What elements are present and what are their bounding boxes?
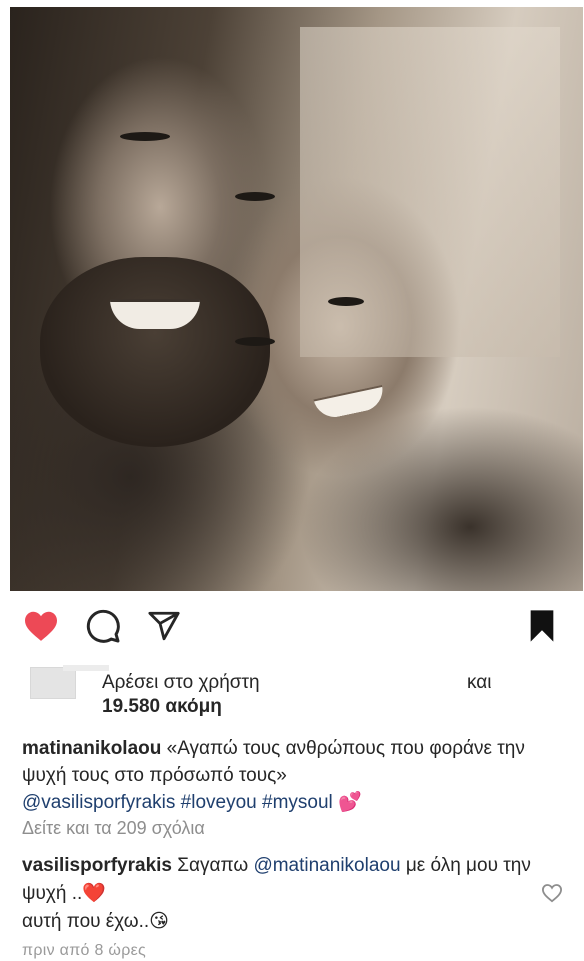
post-action-bar — [0, 607, 584, 647]
likes-count[interactable]: 19.580 ακόμη — [102, 695, 222, 719]
photo-smile — [313, 384, 387, 422]
caption-mention[interactable]: @vasilisporfyrakis — [22, 792, 175, 813]
caption-hashtag[interactable]: #mysoul — [262, 792, 333, 813]
kiss-emoji: 😘 — [149, 911, 169, 932]
like-button[interactable] — [22, 607, 60, 645]
caption-username[interactable]: matinanikolaou — [22, 738, 161, 759]
likes-and: και — [467, 672, 492, 693]
photo-background-window — [300, 27, 560, 357]
photo-eye — [328, 297, 364, 306]
comment-bubble-icon — [86, 609, 120, 643]
post-photo[interactable] — [10, 7, 583, 591]
heart-filled-icon — [25, 611, 57, 641]
comment-text: Σαγαπω — [177, 855, 249, 876]
heart-outline-icon — [541, 884, 563, 903]
paper-plane-icon — [148, 611, 180, 641]
caption-hashtag[interactable]: #loveyou — [181, 792, 257, 813]
comment-item: vasilisporfyrakis Σαγαπω @matinanikolaou… — [22, 852, 542, 936]
photo-eye — [235, 337, 275, 346]
comment-mention[interactable]: @matinanikolaou — [253, 855, 400, 876]
likes-summary: Αρέσει στο χρήστη και 19.580 ακόμη — [16, 665, 576, 720]
comment-button[interactable] — [84, 607, 122, 645]
photo-eye — [120, 132, 170, 141]
post-caption: matinanikolaou «Αγαπώ τους ανθρώπους που… — [22, 735, 562, 816]
comment-like-button[interactable] — [541, 883, 563, 903]
bookmark-filled-icon — [530, 610, 554, 642]
red-heart-emoji: ❤️ — [82, 883, 106, 904]
photo-man-beard — [40, 257, 270, 447]
save-button[interactable] — [523, 607, 561, 645]
two-hearts-emoji: 💕 — [338, 792, 362, 813]
comment-username[interactable]: vasilisporfyrakis — [22, 855, 172, 876]
photo-eye — [235, 192, 275, 201]
likes-prefix: Αρέσει στο χρήστη — [102, 672, 260, 693]
view-all-comments-link[interactable]: Δείτε και τα 209 σχόλια — [22, 818, 205, 839]
liker-avatar-redacted[interactable] — [30, 665, 109, 699]
comment-text: αυτή που έχω.. — [22, 911, 150, 932]
share-button[interactable] — [145, 607, 183, 645]
post-timestamp: πριν από 8 ώρες — [22, 942, 147, 959]
